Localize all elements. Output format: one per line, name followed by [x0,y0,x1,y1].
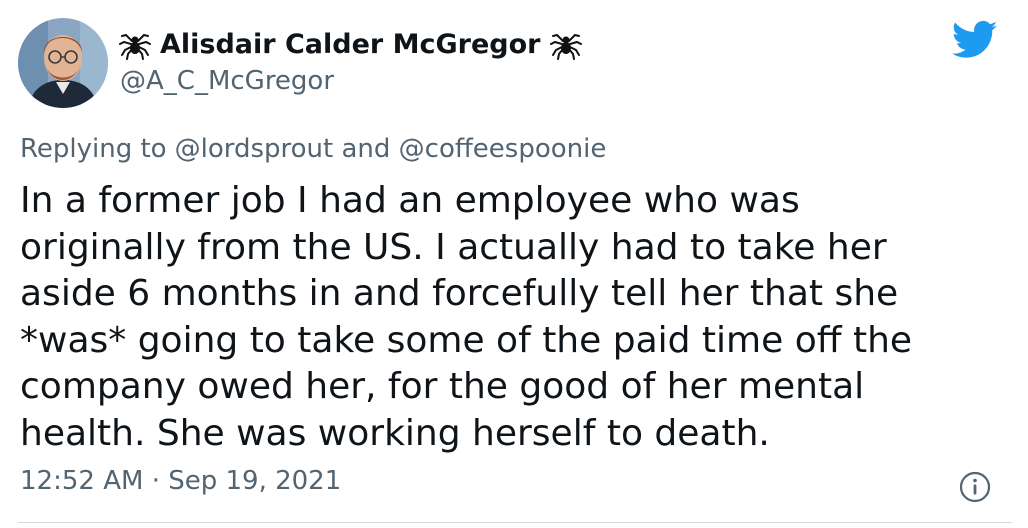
tweet-card: Alisdair Calder McGregor @A_C_McGregor R… [0,0,1028,528]
tweet-timestamp[interactable]: 12:52 AM · Sep 19, 2021 [20,466,341,496]
author-handle[interactable]: @A_C_McGregor [120,66,334,96]
replying-to-prefix: Replying to [20,134,167,164]
replying-to-conjunction: and [341,134,391,164]
timestamp-time: 12:52 AM [20,466,144,496]
timestamp-separator: · [151,466,160,496]
avatar-image [18,18,108,108]
mention-link[interactable]: @coffeespoonie [399,134,607,164]
twitter-bird-icon[interactable] [951,20,998,60]
author-display-name[interactable]: Alisdair Calder McGregor [160,29,541,60]
tweet-body: In a former job I had an employee who wa… [20,180,913,454]
spider-icon [549,27,583,61]
divider [18,522,1012,523]
info-icon[interactable] [958,470,992,504]
author-name-row[interactable]: Alisdair Calder McGregor [118,22,583,66]
replying-to: Replying to @lordsprout and @coffeespooni… [20,134,606,164]
avatar[interactable] [18,18,108,108]
timestamp-date: Sep 19, 2021 [168,466,342,496]
mention-link[interactable]: @lordsprout [175,134,334,164]
spider-icon [118,27,152,61]
